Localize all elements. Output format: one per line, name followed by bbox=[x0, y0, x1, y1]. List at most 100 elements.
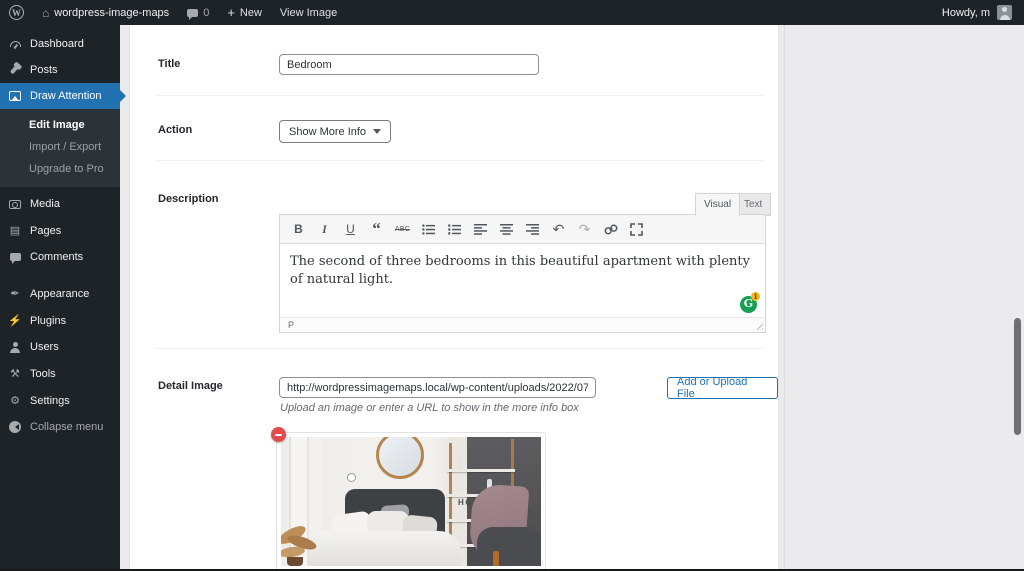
row-divider bbox=[155, 160, 764, 161]
editor-path-label: P bbox=[288, 320, 294, 330]
admin-bar: W ⌂ wordpress-image-maps 0 + New View Im… bbox=[0, 0, 1024, 25]
menu-separator bbox=[0, 270, 120, 280]
edit-image-form-panel: Title Action Show More Info Description … bbox=[129, 25, 779, 571]
sidebar-item-label: Appearance bbox=[30, 288, 89, 300]
sidebar-item-label: Users bbox=[30, 341, 59, 353]
sidebar-item-appearance[interactable]: ✒ Appearance bbox=[0, 280, 120, 307]
detail-image-helper-text: Upload an image or enter a URL to show i… bbox=[280, 402, 579, 414]
fullscreen-icon[interactable] bbox=[625, 219, 648, 240]
brush-icon: ✒ bbox=[8, 287, 22, 300]
sidebar-item-plugins[interactable]: ⚡ Plugins bbox=[0, 307, 120, 334]
sidebar-item-draw-attention[interactable]: Draw Attention bbox=[0, 83, 120, 109]
photo-plant-pot bbox=[287, 557, 303, 566]
wordpress-logo-menu[interactable]: W bbox=[0, 0, 33, 25]
title-field-label: Title bbox=[158, 58, 180, 70]
chevron-down-icon bbox=[373, 129, 381, 138]
italic-icon[interactable]: I bbox=[313, 219, 336, 240]
account-menu[interactable]: Howdy, m bbox=[942, 5, 1024, 20]
tab-text[interactable]: Text bbox=[735, 193, 771, 216]
bold-icon[interactable]: B bbox=[287, 219, 310, 240]
bulleted-list-icon[interactable] bbox=[417, 219, 440, 240]
settings-icon: ⚙ bbox=[8, 394, 22, 407]
editor-resize-handle[interactable] bbox=[754, 321, 763, 330]
action-select[interactable]: Show More Info bbox=[279, 120, 391, 143]
grammarly-badge: 1 bbox=[751, 292, 760, 301]
strikethrough-icon[interactable]: ABC bbox=[391, 219, 414, 240]
editor-toolbar: B I U “ ABC ↶ ↷ bbox=[280, 215, 765, 244]
new-content-menu[interactable]: + New bbox=[218, 0, 271, 25]
comments-shortcut[interactable]: 0 bbox=[178, 0, 218, 25]
detail-image-url-input[interactable] bbox=[279, 377, 596, 398]
description-field-label: Description bbox=[158, 193, 219, 205]
pushpin-icon bbox=[8, 66, 22, 74]
sidebar-item-users[interactable]: Users bbox=[0, 334, 120, 360]
photo-round-mirror bbox=[376, 437, 424, 479]
user-avatar bbox=[997, 5, 1012, 20]
howdy-label: Howdy, m bbox=[942, 7, 990, 19]
sidebar-item-comments[interactable]: Comments bbox=[0, 244, 120, 270]
link-icon[interactable] bbox=[599, 219, 622, 240]
tools-icon: ⚒ bbox=[8, 367, 22, 380]
sidebar-item-label: Plugins bbox=[30, 315, 66, 327]
blockquote-icon[interactable]: “ bbox=[365, 219, 388, 240]
comment-bubble-icon bbox=[8, 253, 22, 261]
undo-icon[interactable]: ↶ bbox=[547, 219, 570, 240]
sidebar-item-pages[interactable]: ▤ Pages bbox=[0, 217, 120, 244]
site-name-label: wordpress-image-maps bbox=[54, 7, 169, 19]
view-image-label: View Image bbox=[280, 7, 337, 19]
wordpress-logo-icon: W bbox=[9, 5, 24, 20]
new-label: New bbox=[240, 7, 262, 19]
photo-duvet bbox=[309, 531, 461, 566]
bedroom-photo-preview[interactable]: HOME bbox=[281, 437, 541, 566]
sidebar-item-label: Dashboard bbox=[30, 38, 84, 50]
sidebar-item-media[interactable]: Media bbox=[0, 191, 120, 217]
align-left-icon[interactable] bbox=[469, 219, 492, 240]
sidebar-item-label: Comments bbox=[30, 251, 83, 263]
align-center-icon[interactable] bbox=[495, 219, 518, 240]
plug-icon: ⚡ bbox=[8, 314, 22, 327]
grammarly-icon[interactable]: G 1 bbox=[740, 296, 757, 313]
redo-icon[interactable]: ↷ bbox=[573, 219, 596, 240]
collapse-menu-button[interactable]: Collapse menu bbox=[0, 414, 120, 440]
comment-bubble-icon bbox=[187, 9, 198, 17]
site-name-link[interactable]: ⌂ wordpress-image-maps bbox=[33, 0, 178, 25]
vertical-scrollbar-thumb[interactable] bbox=[1014, 318, 1021, 435]
photo-wall-clock bbox=[347, 473, 356, 482]
submenu-item-import-export[interactable]: Import / Export bbox=[0, 136, 120, 158]
sidebar-item-label: Settings bbox=[30, 395, 70, 407]
photo-vase bbox=[457, 457, 463, 470]
photo-bottle bbox=[493, 551, 499, 566]
admin-sidebar: Dashboard Posts Draw Attention Edit Imag… bbox=[0, 25, 120, 571]
sidebar-item-tools[interactable]: ⚒ Tools bbox=[0, 360, 120, 387]
sidebar-item-posts[interactable]: Posts bbox=[0, 57, 120, 83]
person-icon bbox=[8, 342, 22, 353]
align-right-icon[interactable] bbox=[521, 219, 544, 240]
submenu-item-upgrade-to-pro[interactable]: Upgrade to Pro bbox=[0, 158, 120, 180]
collapse-menu-label: Collapse menu bbox=[30, 421, 103, 433]
photo-armchair bbox=[477, 527, 541, 566]
panel-edge-line bbox=[784, 25, 785, 571]
tab-visual[interactable]: Visual bbox=[695, 193, 740, 216]
editor-content-area[interactable]: The second of three bedrooms in this bea… bbox=[280, 244, 765, 317]
dashboard-gauge-icon bbox=[8, 41, 22, 48]
description-text: The second of three bedrooms in this bea… bbox=[290, 254, 750, 287]
view-image-link[interactable]: View Image bbox=[271, 0, 346, 25]
description-editor: B I U “ ABC ↶ ↷ bbox=[279, 214, 766, 333]
add-or-upload-file-button[interactable]: Add or Upload File bbox=[667, 377, 778, 399]
action-field-label: Action bbox=[158, 124, 192, 136]
row-divider bbox=[155, 95, 764, 96]
remove-image-button[interactable] bbox=[271, 427, 286, 442]
collapse-arrow-icon bbox=[8, 421, 22, 433]
sidebar-item-label: Draw Attention bbox=[30, 90, 102, 102]
sidebar-item-settings[interactable]: ⚙ Settings bbox=[0, 387, 120, 414]
detail-image-preview-frame: HOME bbox=[276, 432, 546, 571]
submenu-item-edit-image[interactable]: Edit Image bbox=[0, 114, 120, 136]
editor-status-bar: P bbox=[280, 317, 765, 332]
underline-icon[interactable]: U bbox=[339, 219, 362, 240]
detail-image-field-label: Detail Image bbox=[158, 380, 223, 392]
title-input[interactable] bbox=[279, 54, 539, 75]
draw-attention-submenu: Edit Image Import / Export Upgrade to Pr… bbox=[0, 109, 120, 187]
sidebar-item-dashboard[interactable]: Dashboard bbox=[0, 31, 120, 57]
numbered-list-icon[interactable] bbox=[443, 219, 466, 240]
pages-icon: ▤ bbox=[8, 224, 22, 237]
